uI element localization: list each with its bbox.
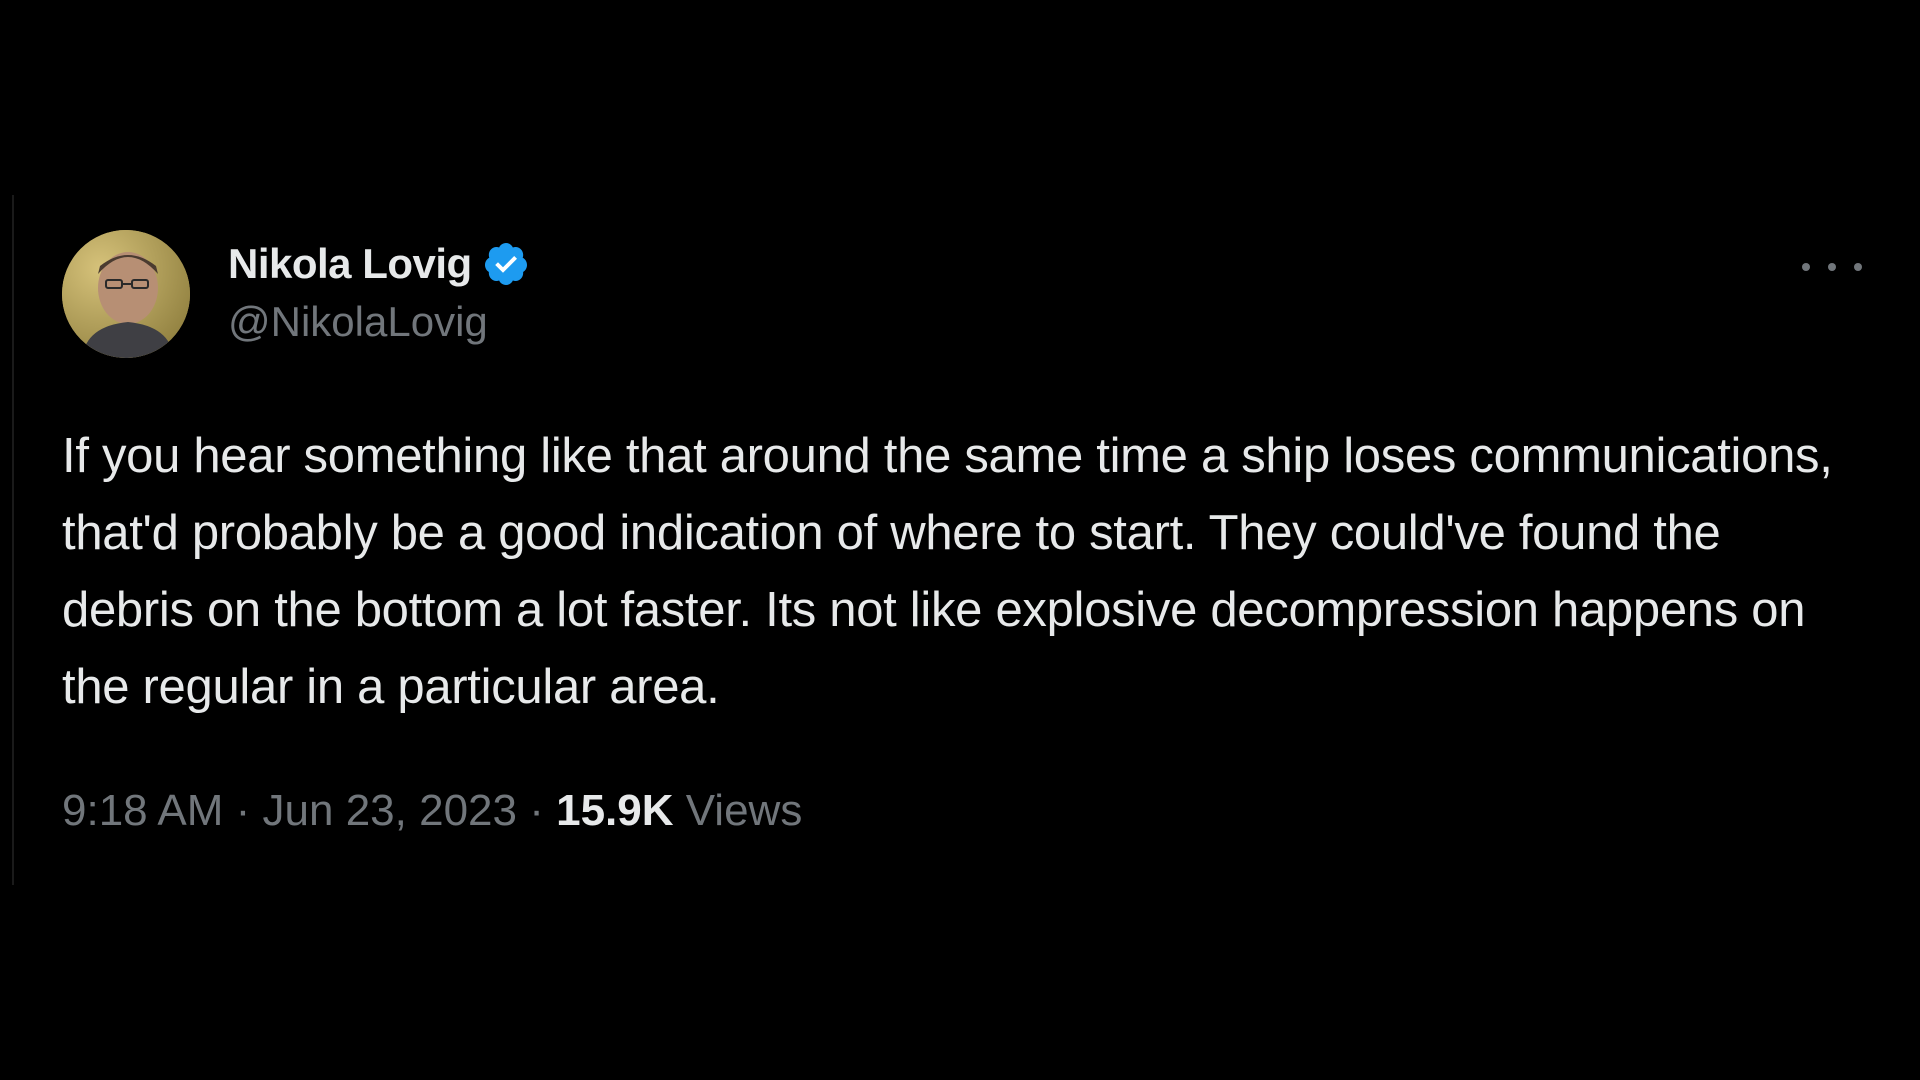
tweet-text: If you hear something like that around t… bbox=[62, 429, 1833, 714]
more-options-icon[interactable] bbox=[1802, 252, 1862, 282]
meta-separator: · bbox=[223, 786, 263, 835]
meta-separator: · bbox=[517, 786, 557, 835]
more-dot bbox=[1828, 263, 1836, 271]
tweet-meta: 9:18 AM · Jun 23, 2023 · 15.9K Views bbox=[62, 786, 1882, 836]
more-dot bbox=[1854, 263, 1862, 271]
tweet-time[interactable]: 9:18 AM bbox=[62, 786, 223, 836]
views-label: Views bbox=[673, 786, 803, 835]
tweet: Nikola Lovig @NikolaLovig If you hear so… bbox=[62, 230, 1882, 836]
avatar[interactable] bbox=[62, 230, 190, 358]
verified-badge-icon[interactable] bbox=[482, 240, 530, 288]
tweet-date[interactable]: Jun 23, 2023 bbox=[263, 786, 517, 836]
display-name[interactable]: Nikola Lovig bbox=[228, 240, 472, 288]
views-count[interactable]: 15.9K bbox=[556, 786, 673, 836]
more-dot bbox=[1802, 263, 1810, 271]
author-identity: Nikola Lovig @NikolaLovig bbox=[228, 236, 530, 346]
handle[interactable]: @NikolaLovig bbox=[228, 298, 530, 346]
tweet-header: Nikola Lovig @NikolaLovig bbox=[62, 230, 1882, 360]
name-row: Nikola Lovig bbox=[228, 236, 530, 292]
divider bbox=[12, 195, 14, 885]
